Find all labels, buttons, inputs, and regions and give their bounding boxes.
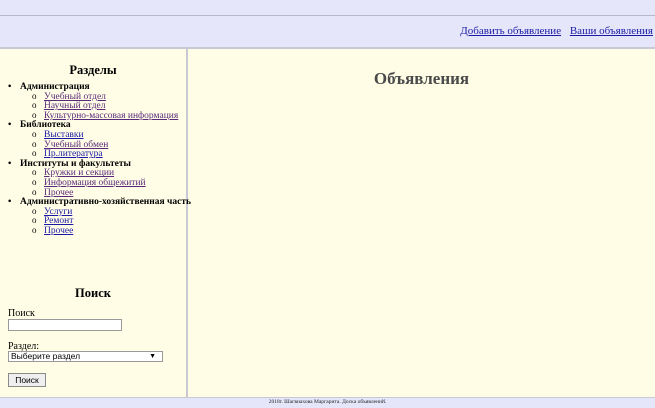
subcategory-link[interactable]: Научный отдел bbox=[44, 101, 106, 111]
category-library: Библиотека Выставки Учебный обмен Пр.лит… bbox=[8, 121, 194, 159]
sections-title-wrap: Разделы bbox=[0, 63, 186, 78]
add-ad-link[interactable]: Добавить объявление bbox=[460, 25, 561, 37]
subcategory-link[interactable]: Ремонт bbox=[44, 216, 73, 227]
your-ads-link[interactable]: Ваши объявления bbox=[570, 25, 653, 37]
subcategory-link[interactable]: Пр.литература bbox=[44, 149, 103, 159]
subcategory-link[interactable]: Услуги bbox=[44, 207, 72, 217]
category-label: Администрация bbox=[20, 82, 90, 92]
subcategory-link[interactable]: Выставки bbox=[44, 130, 84, 140]
category-list: Администрация Учебный отдел Научный отде… bbox=[0, 82, 194, 237]
sidebar: Разделы Администрация Учебный отдел Науч… bbox=[0, 49, 191, 397]
category-institutes: Институты и факультеты Кружки и секции И… bbox=[8, 159, 194, 198]
header-links: Добавить объявление Ваши объявления bbox=[454, 25, 653, 37]
subcategory-list: Кружки и секции Информация общежитий Про… bbox=[20, 168, 194, 198]
subcategory-link[interactable]: Информация общежитий bbox=[44, 178, 146, 188]
chevron-down-icon: ▼ bbox=[149, 353, 156, 360]
category-household: Административно-хозяйственная часть Услу… bbox=[8, 197, 194, 237]
list-item: Прочее bbox=[32, 226, 194, 237]
header: Добавить объявление Ваши объявления bbox=[0, 16, 655, 49]
search-button[interactable]: Поиск bbox=[8, 373, 46, 387]
page: Добавить объявление Ваши объявления Разд… bbox=[0, 0, 655, 408]
page-title: Объявления bbox=[373, 69, 470, 88]
subcategory-link[interactable]: Учебный обмен bbox=[44, 140, 108, 150]
subcategory-list: Выставки Учебный обмен Пр.литература bbox=[20, 130, 194, 160]
top-bar bbox=[0, 0, 655, 16]
search-title: Поиск bbox=[75, 286, 111, 300]
footer: 2018г. Шагвиахова Маргарита. Доска объяв… bbox=[0, 397, 655, 408]
search-title-wrap: Поиск bbox=[0, 286, 186, 301]
sections-title: Разделы bbox=[69, 63, 117, 77]
search-label: Поиск bbox=[8, 308, 35, 319]
category-label: Административно-хозяйственная часть bbox=[20, 197, 192, 208]
main-content: Объявления bbox=[188, 49, 655, 397]
category-administration: Администрация Учебный отдел Научный отде… bbox=[8, 82, 194, 122]
section-select[interactable]: Выберите раздел ▼ bbox=[8, 351, 163, 362]
section-select-value: Выберите раздел bbox=[11, 351, 81, 361]
subcategory-link[interactable]: Прочее bbox=[44, 226, 73, 236]
subcategory-link[interactable]: Кружки и секции bbox=[44, 168, 114, 179]
subcategory-list: Услуги Ремонт Прочее bbox=[20, 207, 194, 237]
search-input[interactable] bbox=[8, 319, 122, 331]
category-label: Библиотека bbox=[20, 120, 71, 131]
subcategory-list: Учебный отдел Научный отдел Культурно-ма… bbox=[20, 92, 194, 122]
